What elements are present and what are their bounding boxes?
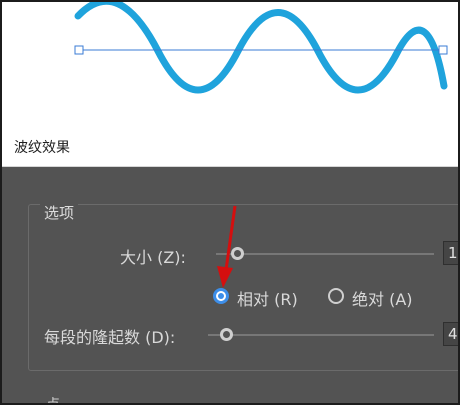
dialog-titlebar[interactable]: 波纹效果 (2, 126, 458, 167)
anchor-point-left[interactable] (74, 45, 84, 55)
size-value: 1 (448, 244, 458, 262)
dialog-title: 波纹效果 (14, 140, 70, 156)
relative-radio-label[interactable]: 相对 (R) (237, 286, 298, 310)
size-slider-track[interactable] (216, 253, 434, 255)
size-label: 大小 (Z): (120, 248, 186, 267)
options-group-label: 选项 (40, 202, 79, 223)
absolute-radio-label[interactable]: 绝对 (A) (352, 286, 413, 310)
relative-radio[interactable] (213, 288, 229, 304)
screenshot-frame: 波纹效果 选项 大小 (Z): 1 相对 (R) 绝对 (A) 每段的隆起数 (… (0, 0, 460, 405)
anchor-point-right[interactable] (438, 45, 448, 55)
ridges-slider-handle[interactable] (220, 328, 233, 341)
artboard-canvas (2, 2, 458, 126)
ridges-value: 4 (448, 325, 458, 343)
ridges-slider-track[interactable] (208, 334, 434, 336)
wave-path (74, 2, 448, 94)
ripple-effect-dialog: 波纹效果 选项 大小 (Z): 1 相对 (R) 绝对 (A) 每段的隆起数 (… (2, 126, 458, 403)
size-slider-handle[interactable] (231, 247, 244, 260)
ridges-label: 每段的隆起数 (D): (44, 328, 176, 347)
size-value-field[interactable]: 1 (443, 241, 458, 265)
points-group-label-partial: 点 (46, 397, 60, 405)
wave-preview (74, 2, 448, 94)
ridges-value-field[interactable]: 4 (443, 322, 458, 346)
absolute-radio[interactable] (328, 288, 344, 304)
